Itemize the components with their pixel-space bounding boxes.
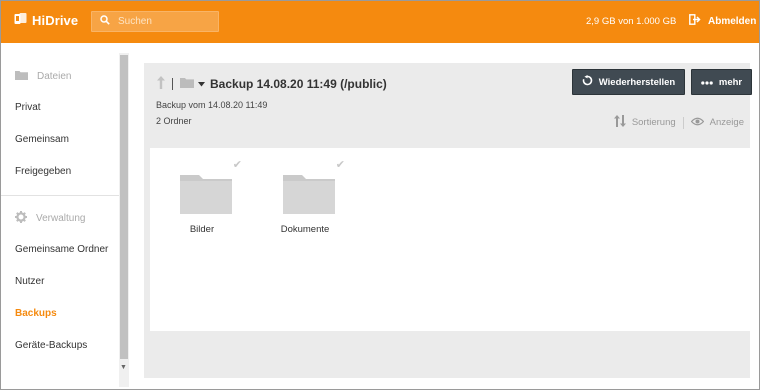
more-label: mehr (718, 76, 743, 88)
sidebar-section-files: Dateien (15, 70, 71, 83)
logo-text: HiDrive (32, 13, 79, 28)
page-title: Backup 14.08.20 11:49 (/public) (210, 77, 387, 91)
restore-button[interactable]: Wiederherstellen (572, 69, 685, 95)
folder-panel: Backup 14.08.20 11:49 (/public) Backup v… (144, 63, 752, 378)
search-box[interactable] (91, 11, 219, 32)
breadcrumb: Backup 14.08.20 11:49 (/public) (156, 76, 387, 92)
restore-label: Wiederherstellen (598, 76, 676, 88)
sidebar-item-freigegeben[interactable]: Freigegeben (15, 166, 71, 177)
sidebar-item-privat[interactable]: Privat (15, 102, 41, 113)
sidebar-divider (1, 195, 119, 196)
checkmark-icon[interactable]: ✔ (336, 158, 345, 171)
view-label[interactable]: Anzeige (710, 117, 744, 128)
search-input[interactable] (118, 16, 213, 27)
logout-button[interactable]: Abmelden (689, 14, 756, 28)
sort-icon[interactable] (613, 115, 626, 130)
folder-tile[interactable]: ✔ Dokumente (265, 158, 345, 248)
storage-usage: 2,9 GB von 1.000 GB (586, 16, 677, 27)
breadcrumb-separator (172, 78, 173, 90)
sidebar-item-gemeinsam[interactable]: Gemeinsam (15, 134, 69, 145)
folder-icon (180, 172, 232, 217)
folder-name: Dokumente (280, 224, 330, 235)
view-controls-separator (682, 116, 684, 129)
main-area: Backup 14.08.20 11:49 (/public) Backup v… (131, 43, 759, 389)
scroll-down-arrow-icon[interactable]: ▼ (120, 364, 127, 371)
up-arrow-icon[interactable] (156, 76, 166, 92)
eye-icon[interactable] (690, 117, 704, 129)
search-icon (100, 15, 110, 28)
logo[interactable]: HiDrive (14, 13, 78, 28)
sidebar-item-gemeinsame-ordner[interactable]: Gemeinsame Ordner (15, 244, 108, 255)
chevron-down-icon[interactable] (198, 79, 205, 90)
sidebar-item-geraete-backups[interactable]: Geräte-Backups (15, 340, 87, 351)
folder-grid: ✔ Bilder ✔ Dokumente (150, 148, 750, 331)
sidebar-item-backups[interactable]: Backups (15, 308, 57, 319)
logout-label: Abmelden (708, 15, 757, 27)
sidebar: Dateien Privat Gemeinsam Freigegeben Ver… (1, 43, 131, 389)
app-window: HiDrive 2,9 GB von 1.000 GB Abmelden (0, 0, 760, 390)
folder-icon (283, 172, 335, 217)
more-dots-icon (701, 77, 713, 88)
folder-count: 2 Ordner (156, 116, 192, 126)
hidrive-logo-icon (14, 13, 27, 28)
backup-date: Backup vom 14.08.20 11:49 (156, 100, 268, 110)
sidebar-section-admin: Verwaltung (15, 211, 85, 226)
folder-tile[interactable]: ✔ Bilder (162, 158, 242, 248)
top-bar: HiDrive 2,9 GB von 1.000 GB Abmelden (1, 1, 759, 43)
restore-icon (582, 75, 593, 89)
sidebar-scroll-thumb[interactable] (120, 55, 128, 359)
folder-icon (15, 70, 28, 83)
checkmark-icon[interactable]: ✔ (233, 158, 242, 171)
logout-icon (689, 14, 701, 28)
folder-name: Bilder (189, 224, 215, 235)
sidebar-item-nutzer[interactable]: Nutzer (15, 276, 44, 287)
gear-icon (15, 211, 27, 226)
view-controls: Sortierung Anzeige (613, 115, 744, 130)
sort-label[interactable]: Sortierung (632, 117, 676, 128)
folder-icon[interactable] (180, 77, 194, 91)
more-button[interactable]: mehr (691, 69, 752, 95)
